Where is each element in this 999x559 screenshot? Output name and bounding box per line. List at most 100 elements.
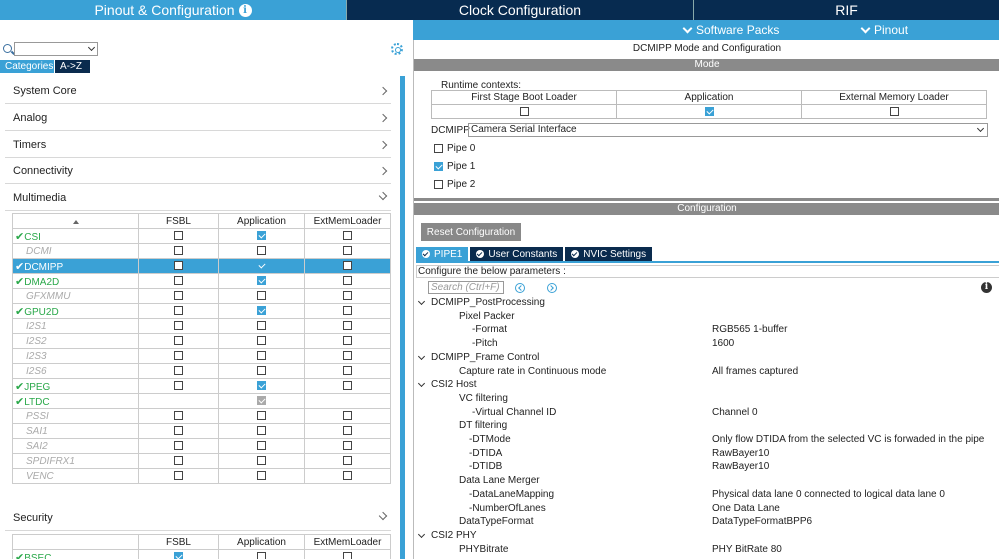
chevron-down-icon[interactable] xyxy=(417,297,426,306)
parameter-row[interactable]: Data Lane Merger xyxy=(414,474,999,487)
parameter-row[interactable]: CSI2 Host xyxy=(414,378,999,391)
extmemloader-checkbox[interactable] xyxy=(343,471,352,481)
application-checkbox[interactable] xyxy=(257,471,266,481)
application-checkbox[interactable] xyxy=(257,411,266,421)
parameter-row[interactable]: DCMIPP_PostProcessing xyxy=(414,296,999,309)
application-checkbox[interactable] xyxy=(257,276,266,286)
extmemloader-checkbox[interactable] xyxy=(343,261,352,271)
pipe-checkbox[interactable] xyxy=(434,162,443,171)
category-security[interactable]: Security xyxy=(5,505,391,531)
fsbl-checkbox[interactable] xyxy=(174,306,183,316)
parameter-row[interactable]: -DTIDB RawBayer10 xyxy=(414,460,999,473)
table-row[interactable]: ✔CSI xyxy=(12,228,391,244)
fsbl-checkbox[interactable] xyxy=(174,411,183,421)
application-checkbox[interactable] xyxy=(257,366,266,376)
table-row[interactable]: ✔DMA2D xyxy=(12,273,391,289)
parameter-value[interactable]: One Data Lane xyxy=(712,502,780,515)
tab-categories[interactable]: Categories xyxy=(0,60,54,73)
dcmipp-mode-select[interactable]: Camera Serial Interface xyxy=(468,123,988,137)
parameter-row[interactable]: DataTypeFormat DataTypeFormatBPP6 xyxy=(414,515,999,528)
runtime-context-checkbox[interactable] xyxy=(519,106,529,116)
parameter-value[interactable]: RawBayer10 xyxy=(712,460,769,473)
table-row[interactable]: ✔GPU2D xyxy=(12,303,391,319)
table-row[interactable]: I2S3 xyxy=(12,348,391,364)
sort-header[interactable] xyxy=(12,534,139,550)
tab-user-constants[interactable]: User Constants xyxy=(470,247,566,261)
table-row[interactable]: VENC xyxy=(12,468,391,484)
table-row[interactable]: DCMI xyxy=(12,243,391,259)
table-row[interactable]: ✔JPEG xyxy=(12,378,391,394)
parameter-row[interactable]: DCMIPP_Frame Control xyxy=(414,351,999,364)
table-row[interactable]: SAI1 xyxy=(12,423,391,439)
extmemloader-checkbox[interactable] xyxy=(343,321,352,331)
chevron-down-icon[interactable] xyxy=(417,380,426,388)
fsbl-checkbox[interactable] xyxy=(174,471,183,481)
pipe-option[interactable]: Pipe 2 xyxy=(434,179,475,190)
fsbl-checkbox[interactable] xyxy=(174,291,183,301)
application-checkbox[interactable] xyxy=(257,351,266,361)
fsbl-checkbox[interactable] xyxy=(174,366,183,376)
pipe-option[interactable]: Pipe 0 xyxy=(434,143,475,154)
extmemloader-checkbox[interactable] xyxy=(343,411,352,421)
fsbl-checkbox[interactable] xyxy=(174,381,183,391)
chevron-down-icon[interactable] xyxy=(417,530,426,538)
parameter-row[interactable]: VC filtering xyxy=(414,392,999,405)
table-row[interactable]: I2S1 xyxy=(12,318,391,334)
extmemloader-checkbox[interactable] xyxy=(343,366,352,376)
fsbl-checkbox[interactable] xyxy=(174,456,183,466)
parameter-row[interactable]: PHYBitrate PHY BitRate 80 xyxy=(414,543,999,556)
fsbl-checkbox[interactable] xyxy=(174,441,183,451)
application-checkbox[interactable] xyxy=(257,381,266,391)
table-row[interactable]: ✔DCMIPP xyxy=(12,258,391,274)
parameter-search-input[interactable]: Search (Ctrl+F) xyxy=(428,281,504,294)
fsbl-checkbox[interactable] xyxy=(174,351,183,361)
tab-pipe1[interactable]: PIPE1 xyxy=(416,247,471,261)
fsbl-checkbox[interactable] xyxy=(174,552,183,559)
extmemloader-checkbox[interactable] xyxy=(343,336,352,346)
application-checkbox[interactable] xyxy=(257,336,266,346)
runtime-context-checkbox[interactable] xyxy=(704,106,714,116)
tab-rif[interactable]: RIF xyxy=(693,0,999,20)
tab-a-z[interactable]: A->Z xyxy=(54,60,90,73)
parameter-value[interactable]: 1600 xyxy=(712,337,734,350)
fsbl-checkbox[interactable] xyxy=(174,261,183,271)
chevron-down-icon[interactable] xyxy=(417,352,426,360)
table-row[interactable]: I2S2 xyxy=(12,333,391,349)
application-checkbox[interactable] xyxy=(257,246,266,256)
search-input[interactable] xyxy=(14,42,98,56)
application-checkbox[interactable] xyxy=(257,441,266,451)
gear-icon[interactable] xyxy=(391,43,403,55)
parameter-value[interactable]: RawBayer10 xyxy=(712,447,769,460)
application-checkbox[interactable] xyxy=(257,426,266,436)
application-checkbox[interactable] xyxy=(257,291,266,301)
extmemloader-checkbox[interactable] xyxy=(343,456,352,466)
pipe-checkbox[interactable] xyxy=(434,180,443,189)
parameter-row[interactable]: -Format RGB565 1-buffer xyxy=(414,323,999,336)
application-checkbox[interactable] xyxy=(257,552,266,559)
parameter-row[interactable]: -NumberOfLanes One Data Lane xyxy=(414,502,999,515)
table-row[interactable]: ✔LTDC xyxy=(12,393,391,409)
parameter-row[interactable]: CSI2 PHY xyxy=(414,529,999,542)
extmemloader-checkbox[interactable] xyxy=(343,381,352,391)
sort-header[interactable] xyxy=(12,213,139,229)
table-row[interactable]: SPDIFRX1 xyxy=(12,453,391,469)
extmemloader-checkbox[interactable] xyxy=(343,441,352,451)
category-timers[interactable]: Timers xyxy=(5,132,391,158)
parameter-row[interactable]: -DTMode Only flow DTIDA from the selected… xyxy=(414,433,999,446)
vertical-scrollbar[interactable] xyxy=(400,76,405,559)
category-multimedia[interactable]: Multimedia xyxy=(5,185,391,211)
table-row[interactable]: GFXMMU xyxy=(12,288,391,304)
parameter-row[interactable]: -Pitch 1600 xyxy=(414,337,999,350)
parameter-value[interactable]: All frames captured xyxy=(712,365,798,378)
tab-nvic-settings[interactable]: NVIC Settings xyxy=(565,247,655,261)
search-previous-icon[interactable] xyxy=(515,283,525,293)
fsbl-checkbox[interactable] xyxy=(174,336,183,346)
reset-configuration-button[interactable]: Reset Configuration xyxy=(421,223,521,241)
info-icon[interactable]: i xyxy=(981,282,992,293)
category-system-core[interactable]: System Core xyxy=(5,78,391,104)
parameter-value[interactable]: PHY BitRate 80 xyxy=(712,543,782,556)
application-checkbox[interactable] xyxy=(257,231,266,241)
pinout-menu[interactable]: Pinout xyxy=(860,20,908,40)
application-checkbox[interactable] xyxy=(257,456,266,466)
extmemloader-checkbox[interactable] xyxy=(343,276,352,286)
